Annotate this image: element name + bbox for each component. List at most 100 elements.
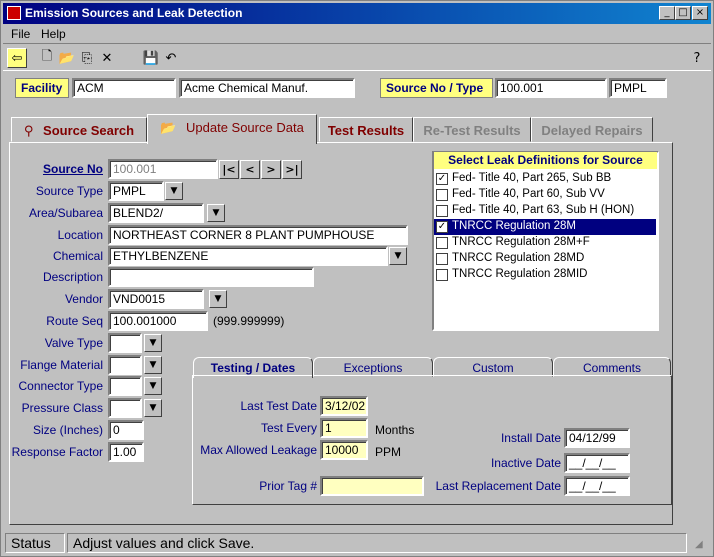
max-leak-field[interactable]: 10000 [320, 440, 368, 460]
replacement-date-label: Last Replacement Date [435, 479, 561, 493]
toolbar: ⇦ 🗋 📂 ⎘ ✕ 💾 ↶ ? [3, 43, 711, 71]
leak-def-item[interactable]: ✓ TNRCC Regulation 28M [434, 219, 656, 235]
tab-delayed-repairs[interactable]: Delayed Repairs [531, 117, 653, 142]
flange-field[interactable] [108, 355, 142, 375]
flange-label: Flange Material [20, 358, 103, 372]
checkbox[interactable]: ✓ [436, 221, 448, 233]
leak-def-label: TNRCC Regulation 28M [452, 220, 576, 232]
nav-next-button[interactable]: > [261, 160, 281, 179]
nav-first-button[interactable]: |< [219, 160, 239, 179]
prior-tag-field[interactable] [320, 476, 424, 496]
checkbox[interactable] [436, 269, 448, 281]
pressure-dropdown-icon[interactable]: ▼ [144, 399, 162, 417]
inactive-date-field[interactable]: __/__/__ [564, 453, 630, 473]
menu-bar: File Help [3, 25, 711, 43]
leak-def-item[interactable]: Fed- Title 40, Part 60, Sub VV [434, 187, 656, 203]
help-pointer-icon[interactable]: ? [687, 48, 707, 68]
facility-name-field[interactable]: Acme Chemical Manuf. [179, 78, 355, 98]
source-label: Source No / Type [380, 78, 493, 98]
status-bar: Status Adjust values and click Save. ◢ [3, 531, 711, 555]
maximize-button[interactable]: □ [675, 6, 691, 20]
binoculars-icon: ⚲ [23, 124, 34, 139]
leak-def-item[interactable]: Fed- Title 40, Part 63, Sub H (HON) [434, 203, 656, 219]
chemical-field[interactable]: ETHYLBENZENE [108, 246, 388, 266]
source-type-field[interactable]: PMPL [108, 181, 164, 201]
source-no-field[interactable]: 100.001 [108, 159, 218, 179]
description-label: Description [42, 270, 103, 284]
leak-def-label: Fed- Title 40, Part 265, Sub BB [452, 172, 612, 184]
leak-def-item[interactable]: TNRCC Regulation 28M+F [434, 235, 656, 251]
install-date-field[interactable]: 04/12/99 [564, 428, 630, 448]
size-label: Size (Inches) [32, 423, 103, 437]
test-every-field[interactable]: 1 [320, 418, 368, 438]
leak-def-item[interactable]: TNRCC Regulation 28MD [434, 251, 656, 267]
source-type-header-field[interactable]: PMPL [609, 78, 667, 98]
leak-def-item[interactable]: TNRCC Regulation 28MID [434, 267, 656, 283]
window-title: Emission Sources and Leak Detection [25, 6, 243, 20]
tab-update-source-label: Update Source Data [186, 120, 304, 135]
valve-type-dropdown-icon[interactable]: ▼ [144, 334, 162, 352]
tab-retest-results[interactable]: Re-Test Results [413, 117, 531, 142]
route-seq-field[interactable]: 100.001000 [108, 311, 208, 331]
checkbox[interactable]: ✓ [436, 173, 448, 185]
menu-file[interactable]: File [11, 27, 30, 41]
vendor-field[interactable]: VND0015 [108, 289, 204, 309]
checkbox[interactable] [436, 253, 448, 265]
leak-definitions-title: Select Leak Definitions for Source [434, 152, 657, 169]
connector-field[interactable] [108, 376, 142, 396]
valve-type-label: Valve Type [44, 336, 103, 350]
flange-dropdown-icon[interactable]: ▼ [144, 356, 162, 374]
delete-icon[interactable]: ✕ [97, 48, 117, 68]
response-field[interactable]: 1.00 [108, 442, 144, 462]
tab-test-results[interactable]: Test Results [319, 117, 413, 142]
connector-label: Connector Type [18, 379, 104, 393]
close-button[interactable]: × [692, 6, 708, 20]
prior-tag-label: Prior Tag # [259, 479, 317, 493]
area-dropdown-icon[interactable]: ▼ [207, 204, 225, 222]
location-field[interactable]: NORTHEAST CORNER 8 PLANT PUMPHOUSE [108, 225, 408, 245]
size-field[interactable]: 0 [108, 420, 144, 440]
tab-source-search-label: Source Search [43, 123, 135, 138]
tab-source-search[interactable]: ⚲ Source Search [11, 117, 147, 142]
save-icon[interactable]: 💾 [141, 48, 161, 68]
new-icon[interactable]: 🗋 [37, 48, 57, 68]
copy-icon[interactable]: ⎘ [77, 48, 97, 68]
subtab-testing[interactable]: Testing / Dates [193, 357, 313, 378]
inactive-date-label: Inactive Date [490, 456, 561, 470]
test-every-label: Test Every [260, 421, 317, 435]
resize-grip-icon[interactable]: ◢ [695, 539, 707, 551]
valve-type-field[interactable] [108, 333, 142, 353]
install-date-label: Install Date [500, 431, 561, 445]
tab-update-source[interactable]: 📂 Update Source Data [147, 114, 317, 144]
last-test-label: Last Test Date [240, 399, 318, 413]
checkbox[interactable] [436, 205, 448, 217]
nav-last-button[interactable]: >| [282, 160, 302, 179]
open-icon[interactable]: 📂 [57, 48, 77, 68]
minimize-button[interactable]: _ [659, 6, 675, 20]
pressure-field[interactable] [108, 398, 142, 418]
area-field[interactable]: BLEND2/ [108, 203, 204, 223]
leak-def-label: TNRCC Regulation 28M+F [452, 236, 590, 248]
menu-help[interactable]: Help [41, 27, 66, 41]
source-type-dropdown-icon[interactable]: ▼ [165, 182, 183, 200]
subtab-custom[interactable]: Custom [433, 357, 553, 377]
facility-code-field[interactable]: ACM [72, 78, 176, 98]
subtab-exceptions[interactable]: Exceptions [313, 357, 433, 377]
leak-def-item[interactable]: ✓ Fed- Title 40, Part 265, Sub BB [434, 171, 656, 187]
subtab-comments[interactable]: Comments [553, 357, 671, 377]
chemical-dropdown-icon[interactable]: ▼ [389, 247, 407, 265]
connector-dropdown-icon[interactable]: ▼ [144, 377, 162, 395]
exit-icon[interactable]: ⇦ [7, 48, 27, 68]
replacement-date-field[interactable]: __/__/__ [564, 476, 630, 496]
undo-icon[interactable]: ↶ [161, 48, 181, 68]
vendor-dropdown-icon[interactable]: ▼ [209, 290, 227, 308]
checkbox[interactable] [436, 237, 448, 249]
source-no-label: Source No [42, 162, 103, 176]
nav-prev-button[interactable]: < [240, 160, 260, 179]
title-bar[interactable]: Emission Sources and Leak Detection _ □ … [3, 3, 711, 24]
description-field[interactable] [108, 267, 314, 287]
last-test-field[interactable]: 3/12/02 [320, 396, 368, 416]
source-no-header-field[interactable]: 100.001 [495, 78, 607, 98]
checkbox[interactable] [436, 189, 448, 201]
pressure-label: Pressure Class [21, 401, 103, 415]
